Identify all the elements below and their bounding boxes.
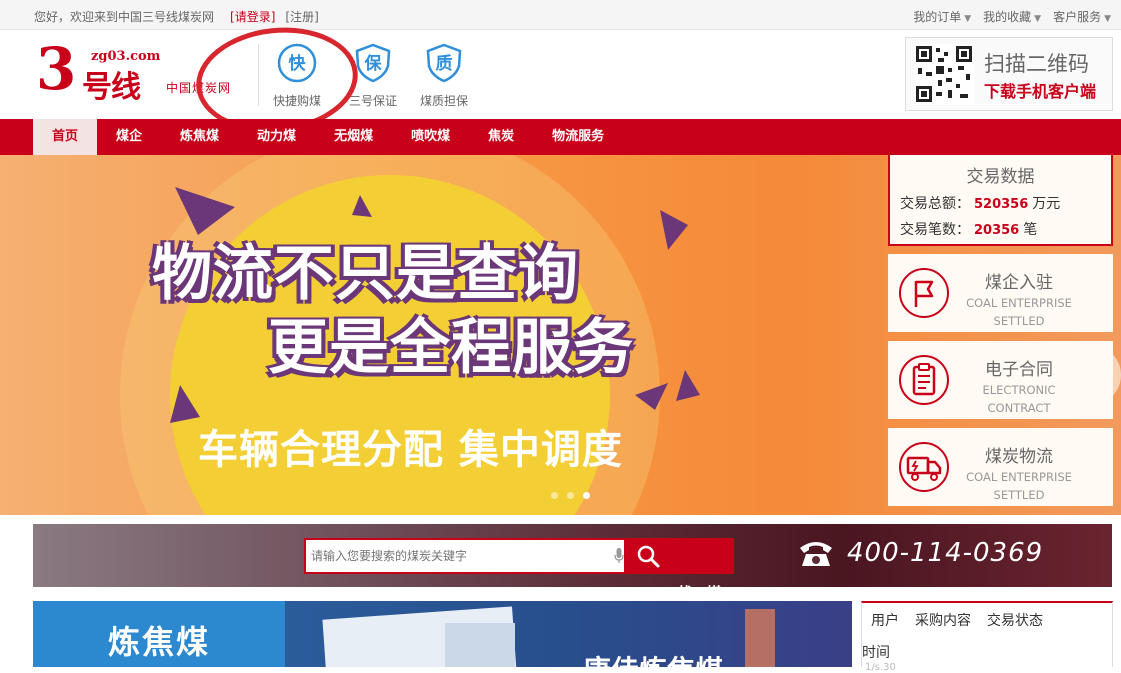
feature-subtitle: COAL ENTERPRISE SETTLED bbox=[966, 296, 1072, 328]
search-button[interactable]: 找 煤 bbox=[626, 538, 734, 602]
welcome-text: 您好，欢迎来到中国三号线煤炭网 bbox=[34, 10, 215, 24]
trade-data-title: 交易数据 bbox=[966, 167, 1035, 187]
my-favorites-label: 我的收藏 bbox=[983, 10, 1032, 24]
trade-total-row: 交易总额： 520356 万元 bbox=[900, 193, 1111, 213]
trade-count-unit: 笔 bbox=[1023, 222, 1038, 238]
microphone-icon[interactable] bbox=[614, 548, 624, 564]
qr-promo-line1: 扫描二维码 bbox=[984, 52, 1089, 76]
clipboard-icon bbox=[899, 355, 949, 405]
chevron-down-icon: ▼ bbox=[1034, 14, 1042, 24]
hotline: 400-114-0369 bbox=[797, 538, 1043, 568]
feature-title: 煤企入驻 bbox=[985, 273, 1053, 293]
search-icon bbox=[637, 545, 660, 568]
nav-item-anthracite[interactable]: 无烟煤 bbox=[315, 119, 392, 155]
qr-code-icon bbox=[914, 44, 974, 104]
logo-numeral: 3 bbox=[36, 35, 77, 103]
trade-total-value: 520356 bbox=[974, 197, 1029, 212]
shield-icon: 保 bbox=[355, 43, 391, 83]
trade-count-value: 20356 bbox=[974, 223, 1020, 238]
carousel-dot[interactable] bbox=[567, 492, 574, 499]
header-divider bbox=[258, 44, 259, 106]
trade-data-panel: 交易数据 交易总额： 520356 万元 交易笔数： 20356 笔 bbox=[888, 155, 1113, 246]
my-favorites-menu[interactable]: 我的收藏 ▼ bbox=[983, 8, 1041, 25]
nav-item-home[interactable]: 首页 bbox=[33, 119, 98, 155]
my-orders-label: 我的订单 bbox=[913, 10, 962, 24]
feature-title: 电子合同 bbox=[985, 360, 1053, 380]
banner-subline: 车辆合理分配 集中调度 bbox=[198, 427, 623, 473]
trade-count-row: 交易笔数： 20356 笔 bbox=[900, 219, 1111, 239]
nav-item-pci-coal[interactable]: 喷吹煤 bbox=[392, 119, 469, 155]
trade-col-time: 时间 bbox=[862, 645, 890, 661]
main-nav: 首页 煤企 炼焦煤 动力煤 无烟煤 喷吹煤 焦炭 物流服务 bbox=[0, 119, 1121, 155]
guarantee-assurance-label: 三号保证 bbox=[348, 94, 397, 108]
feature-e-contract[interactable]: 电子合同 ELECTRONIC CONTRACT bbox=[888, 341, 1113, 419]
carousel-dots bbox=[551, 492, 590, 499]
search-strip: 找 煤 400-114-0369 bbox=[33, 524, 1112, 602]
my-orders-menu[interactable]: 我的订单 ▼ bbox=[913, 8, 971, 25]
trade-col-user: 用户 bbox=[871, 613, 899, 629]
nav-item-coal-enterprises[interactable]: 煤企 bbox=[97, 119, 161, 155]
trade-list-header: 用户 采购内容 交易状态 bbox=[871, 610, 1112, 630]
nav-item-coke[interactable]: 焦炭 bbox=[469, 119, 533, 155]
register-link[interactable]: [注册] bbox=[285, 10, 318, 24]
chevron-down-icon: ▼ bbox=[1104, 14, 1111, 24]
truck-icon bbox=[899, 442, 949, 492]
logo-name: 号线 bbox=[82, 70, 141, 105]
logo-subtitle: 中国煤炭网 bbox=[166, 81, 232, 95]
customer-service-label: 客户服务 bbox=[1053, 10, 1102, 24]
feature-subtitle: ELECTRONIC CONTRACT bbox=[982, 383, 1056, 415]
promo-text: 唐佳炼焦煤 bbox=[583, 649, 723, 667]
category-coking-coal-tile[interactable]: 炼焦煤 bbox=[33, 601, 285, 667]
top-bar: 您好，欢迎来到中国三号线煤炭网 [请登录] [注册] 我的订单 ▼ 我的收藏 ▼ 客户服… bbox=[0, 0, 1121, 30]
trade-col-status: 交易状态 bbox=[987, 613, 1043, 629]
banner-headline: 物流不只是查询 更是全程服务 bbox=[152, 237, 634, 385]
trade-list-panel: 用户 采购内容 交易状态 时间 1/s.30 bbox=[861, 601, 1113, 673]
trade-total-unit: 万元 bbox=[1032, 196, 1061, 212]
login-link[interactable]: [请登录] bbox=[230, 10, 275, 24]
search-input[interactable] bbox=[304, 538, 626, 574]
promo-banner[interactable]: 唐佳炼焦煤 bbox=[285, 601, 852, 667]
trade-total-label: 交易总额： bbox=[900, 196, 970, 212]
site-logo[interactable]: 3 zg03.com 号线 中国煤炭网 bbox=[36, 35, 246, 112]
carousel-dot-active[interactable] bbox=[583, 492, 590, 499]
search-box: 找 煤 bbox=[304, 538, 734, 602]
nav-list: 首页 煤企 炼焦煤 动力煤 无烟煤 喷吹煤 焦炭 物流服务 bbox=[33, 119, 623, 155]
feature-coal-logistics[interactable]: 煤炭物流 COAL ENTERPRISE SETTLED bbox=[888, 428, 1113, 506]
feature-subtitle: COAL ENTERPRISE SETTLED bbox=[966, 470, 1072, 502]
guarantee-fast[interactable]: 快 快捷购煤 bbox=[262, 42, 332, 109]
search-button-label: 找 煤 bbox=[678, 584, 726, 602]
account-links: 我的订单 ▼ 我的收藏 ▼ 客户服务 ▼ bbox=[913, 8, 1111, 25]
guarantee-quality-label: 煤质担保 bbox=[419, 94, 468, 108]
promo-image-card bbox=[445, 623, 515, 667]
nav-item-coking-coal[interactable]: 炼焦煤 bbox=[161, 119, 238, 155]
guarantee-quality[interactable]: 质 煤质担保 bbox=[409, 42, 479, 109]
trade-col-content: 采购内容 bbox=[915, 613, 971, 629]
promo-image-tower bbox=[745, 609, 775, 667]
customer-service-menu[interactable]: 客户服务 ▼ bbox=[1053, 8, 1111, 25]
banner-headline-line1: 物流不只是查询 bbox=[152, 239, 579, 309]
app-download-promo[interactable]: 扫描二维码 下载手机客户端 bbox=[905, 37, 1113, 111]
feature-title: 煤炭物流 bbox=[985, 447, 1053, 467]
flag-icon bbox=[899, 268, 949, 318]
carousel-dot[interactable] bbox=[551, 492, 558, 499]
nav-item-thermal-coal[interactable]: 动力煤 bbox=[238, 119, 315, 155]
guarantee-fast-label: 快捷购煤 bbox=[272, 94, 321, 108]
svg-text:保: 保 bbox=[364, 53, 383, 74]
quality-shield-icon: 质 bbox=[426, 43, 462, 83]
qr-promo-line2: 下载手机客户端 bbox=[984, 82, 1097, 101]
trade-count-label: 交易笔数： bbox=[900, 222, 970, 238]
chevron-down-icon: ▼ bbox=[964, 14, 972, 24]
banner-headline-line2: 更是全程服务 bbox=[268, 313, 634, 383]
fast-icon: 快 bbox=[277, 43, 317, 83]
telephone-icon bbox=[800, 542, 832, 566]
hotline-number: 400-114-0369 bbox=[847, 538, 1044, 568]
welcome-area: 您好，欢迎来到中国三号线煤炭网 [请登录] [注册] bbox=[34, 8, 319, 25]
svg-text:质: 质 bbox=[436, 54, 453, 74]
feature-enterprise-settle[interactable]: 煤企入驻 COAL ENTERPRISE SETTLED bbox=[888, 254, 1113, 332]
nav-item-logistics[interactable]: 物流服务 bbox=[533, 119, 623, 155]
site-header: 3 zg03.com 号线 中国煤炭网 快 快捷购煤 保 三号保证 质 煤质担保 bbox=[0, 19, 1121, 141]
guarantee-assurance[interactable]: 保 三号保证 bbox=[338, 42, 408, 109]
svg-text:快: 快 bbox=[289, 53, 307, 74]
trade-row-faint: 1/s.30 bbox=[865, 662, 896, 673]
